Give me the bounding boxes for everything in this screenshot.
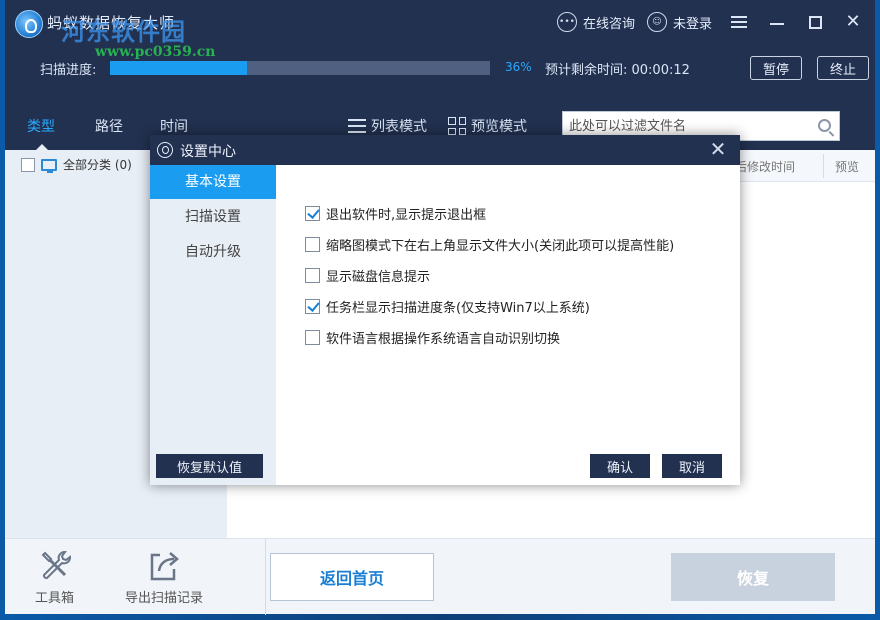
option-label: 退出软件时,显示提示退出框 <box>326 208 487 223</box>
column-preview[interactable]: 预览 <box>835 158 859 175</box>
back-home-button[interactable]: 返回首页 <box>270 553 434 601</box>
title-bar: 蚂蚁数据恢复大师 河东软件园 ••• 在线咨询 ☺ 未登录 ✕ <box>5 0 875 46</box>
column-divider <box>823 154 824 178</box>
bottom-bar: 工具箱 导出扫描记录 返回首页 恢复 <box>5 538 875 615</box>
minimize-icon <box>770 23 784 25</box>
option-checkbox[interactable] <box>305 330 320 345</box>
option-disk-info[interactable]: 显示磁盘信息提示 <box>305 260 674 291</box>
minimize-button[interactable] <box>765 10 789 34</box>
list-view-icon <box>348 119 366 133</box>
ant-logo-icon <box>157 142 173 158</box>
sidebar-item-scan-settings[interactable]: 扫描设置 <box>150 200 276 234</box>
option-checkbox[interactable] <box>305 299 320 314</box>
online-consult-label: 在线咨询 <box>583 16 636 32</box>
list-mode-label: 列表模式 <box>371 119 427 135</box>
wrench-screwdriver-icon <box>37 547 73 583</box>
user-icon: ☺ <box>647 12 667 32</box>
maximize-button[interactable] <box>803 10 827 34</box>
tab-time[interactable]: 时间 <box>160 116 188 136</box>
sidebar-item-basic-settings[interactable]: 基本设置 <box>150 165 276 199</box>
pause-button[interactable]: 暂停 <box>750 56 802 80</box>
settings-options: 退出软件时,显示提示退出框 缩略图模式下在右上角显示文件大小(关闭此项可以提高性… <box>305 198 674 353</box>
option-checkbox[interactable] <box>305 206 320 221</box>
option-taskbar-progress[interactable]: 任务栏显示扫描进度条(仅支持Win7以上系统) <box>305 291 674 322</box>
grid-view-icon <box>448 117 466 135</box>
option-checkbox[interactable] <box>305 237 320 252</box>
dialog-title: 设置中心 <box>180 144 236 160</box>
export-scan-log-button[interactable]: 导出扫描记录 <box>125 547 203 606</box>
all-category-label: 全部分类 (0) <box>63 158 132 172</box>
cancel-button[interactable]: 取消 <box>662 454 722 478</box>
preview-mode-button[interactable]: 预览模式 <box>448 116 527 136</box>
monitor-icon <box>41 158 57 173</box>
settings-dialog: 设置中心 ✕ 基本设置 扫描设置 自动升级 退出软件时,显示提示退出框 缩略图模… <box>150 135 740 485</box>
option-thumbnail-file-size[interactable]: 缩略图模式下在右上角显示文件大小(关闭此项可以提高性能) <box>305 229 674 260</box>
scan-progress-fill <box>110 61 247 75</box>
restore-defaults-button[interactable]: 恢复默认值 <box>156 454 263 478</box>
preview-mode-label: 预览模式 <box>471 119 527 135</box>
recover-button[interactable]: 恢复 <box>671 553 835 601</box>
category-checkbox[interactable] <box>21 157 35 172</box>
scan-progress-row: 扫描进度: 36% 预计剩余时间: 00:00:12 暂停 终止 <box>5 52 875 82</box>
export-share-icon <box>146 547 182 583</box>
dialog-header: 设置中心 ✕ <box>150 135 740 165</box>
option-label: 缩略图模式下在右上角显示文件大小(关闭此项可以提高性能) <box>326 239 675 254</box>
ant-logo-icon <box>15 10 43 38</box>
dialog-close-button[interactable]: ✕ <box>708 138 728 160</box>
toolbox-button[interactable]: 工具箱 <box>35 547 74 606</box>
option-label: 显示磁盘信息提示 <box>326 270 431 285</box>
search-icon[interactable] <box>818 119 831 132</box>
column-modified-time[interactable]: 后修改时间 <box>735 158 795 175</box>
online-consult-link[interactable]: ••• 在线咨询 <box>557 12 635 32</box>
menu-button[interactable] <box>727 10 751 34</box>
tab-type[interactable]: 类型 <box>27 116 55 136</box>
tab-path[interactable]: 路径 <box>95 116 123 136</box>
option-label: 任务栏显示扫描进度条(仅支持Win7以上系统) <box>326 301 590 316</box>
scan-progress-label: 扫描进度: <box>40 63 97 78</box>
export-scan-log-label: 导出扫描记录 <box>125 591 204 606</box>
close-icon: ✕ <box>709 137 727 161</box>
confirm-button[interactable]: 确认 <box>590 454 650 478</box>
option-exit-prompt[interactable]: 退出软件时,显示提示退出框 <box>305 198 674 229</box>
stop-button[interactable]: 终止 <box>817 56 869 80</box>
toolbox-label: 工具箱 <box>35 591 75 606</box>
chat-bubble-icon: ••• <box>557 12 577 32</box>
login-label: 未登录 <box>673 16 713 32</box>
option-auto-language[interactable]: 软件语言根据操作系统语言自动识别切换 <box>305 322 674 353</box>
login-link[interactable]: ☺ 未登录 <box>647 12 712 32</box>
close-button[interactable]: ✕ <box>841 10 865 34</box>
maximize-icon <box>808 15 822 29</box>
scan-percent: 36% <box>505 60 532 74</box>
all-category-item[interactable]: 全部分类 (0) <box>21 156 132 173</box>
remaining-time: 预计剩余时间: 00:00:12 <box>545 63 690 78</box>
option-label: 软件语言根据操作系统语言自动识别切换 <box>326 332 561 347</box>
settings-sidebar: 基本设置 扫描设置 自动升级 <box>150 165 276 485</box>
hamburger-menu-icon <box>731 16 747 28</box>
list-mode-button[interactable]: 列表模式 <box>348 116 427 136</box>
close-icon: ✕ <box>845 11 861 32</box>
watermark-text: 河东软件园 <box>61 17 186 46</box>
sidebar-item-auto-upgrade[interactable]: 自动升级 <box>150 235 276 269</box>
bottom-divider <box>265 539 266 615</box>
option-checkbox[interactable] <box>305 268 320 283</box>
scan-progress-bar <box>110 61 490 75</box>
app-window: 蚂蚁数据恢复大师 河东软件园 ••• 在线咨询 ☺ 未登录 ✕ www.pc03… <box>5 0 875 615</box>
